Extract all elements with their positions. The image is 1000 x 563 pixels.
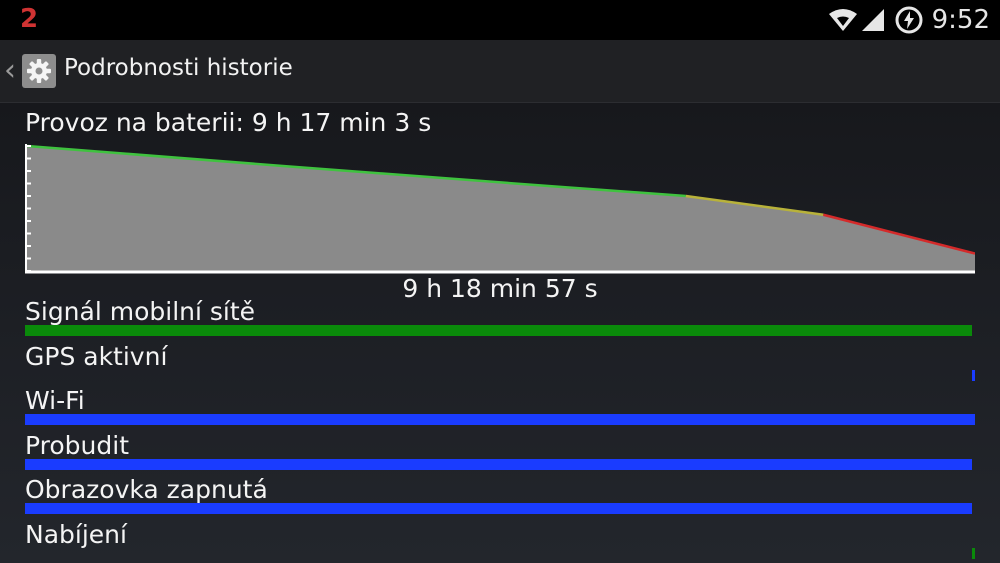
row-label-mobile-signal: Signál mobilní sítě <box>25 297 256 326</box>
row-label-wifi: Wi-Fi <box>25 386 85 415</box>
battery-chart <box>25 144 975 274</box>
wifi-icon <box>828 9 857 31</box>
battery-usage-label: Provoz na baterii: 9 h 17 min 3 s <box>25 108 432 137</box>
battery-level-area <box>27 146 975 271</box>
notification-count: 2 <box>20 4 39 34</box>
wifi-bar <box>25 414 975 425</box>
row-label-screen-on: Obrazovka zapnutá <box>25 475 268 504</box>
gps-bar <box>972 370 975 381</box>
action-bar: ‹ Podrobnosti historie <box>0 40 1000 103</box>
settings-gear-icon[interactable] <box>22 54 56 88</box>
back-button[interactable]: ‹ <box>4 53 20 89</box>
charging-bar <box>972 548 975 559</box>
signal-icon <box>861 9 884 31</box>
screen-on-bar <box>25 503 973 514</box>
row-label-gps: GPS aktivní <box>25 342 168 371</box>
battery-charging-icon <box>895 6 923 34</box>
status-bar: 2 9:52 <box>0 0 1000 40</box>
chevron-left-icon: ‹ <box>4 53 16 88</box>
awake-bar <box>25 459 973 470</box>
status-icons: 9:52 <box>828 4 990 36</box>
battery-chart-svg <box>25 144 975 274</box>
mobile-signal-bar <box>25 325 973 336</box>
page-title: Podrobnosti historie <box>64 55 293 81</box>
row-label-charging: Nabíjení <box>25 520 127 549</box>
clock: 9:52 <box>931 5 990 35</box>
row-label-awake: Probudit <box>25 431 129 460</box>
